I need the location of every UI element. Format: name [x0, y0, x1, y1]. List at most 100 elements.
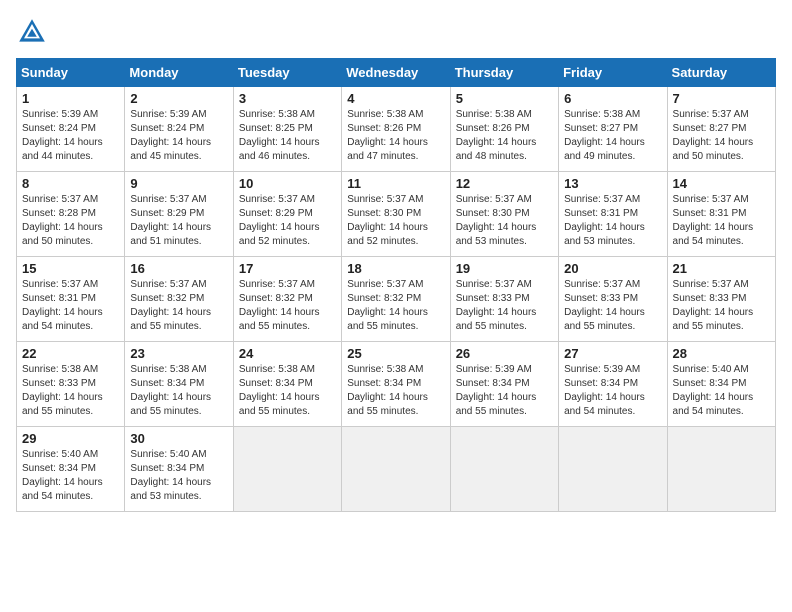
calendar-day-cell: 1 Sunrise: 5:39 AMSunset: 8:24 PMDaylight…: [17, 87, 125, 172]
day-number: 26: [456, 346, 553, 361]
day-info: Sunrise: 5:40 AMSunset: 8:34 PMDaylight:…: [673, 363, 770, 419]
calendar-day-cell: 9 Sunrise: 5:37 AMSunset: 8:29 PMDaylight…: [125, 172, 233, 257]
calendar-day-cell: 7Sunrise: 5:37 AMSunset: 8:27 PMDaylight…: [667, 87, 775, 172]
calendar-day-cell: 29 Sunrise: 5:40 AMSunset: 8:34 PMDayligh…: [17, 427, 125, 512]
calendar-day-cell: [342, 427, 450, 512]
day-number: 21: [673, 261, 770, 276]
day-number: 6: [564, 91, 661, 106]
day-info: Sunrise: 5:37 AMSunset: 8:32 PMDaylight:…: [130, 278, 227, 334]
calendar-day-cell: [450, 427, 558, 512]
day-number: 5: [456, 91, 553, 106]
calendar-day-cell: 20 Sunrise: 5:37 AMSunset: 8:33 PMDayligh…: [559, 257, 667, 342]
day-number: 14: [673, 176, 770, 191]
calendar-table: SundayMondayTuesdayWednesdayThursdayFrid…: [16, 58, 776, 512]
day-of-week-header: Monday: [125, 59, 233, 87]
day-number: 12: [456, 176, 553, 191]
day-number: 11: [347, 176, 444, 191]
day-of-week-header: Sunday: [17, 59, 125, 87]
calendar-week-row: 8Sunrise: 5:37 AMSunset: 8:28 PMDaylight…: [17, 172, 776, 257]
calendar-day-cell: [559, 427, 667, 512]
calendar-week-row: 22 Sunrise: 5:38 AMSunset: 8:33 PMDayligh…: [17, 342, 776, 427]
day-info: Sunrise: 5:37 AMSunset: 8:28 PMDaylight:…: [22, 193, 119, 249]
day-info: Sunrise: 5:37 AMSunset: 8:27 PMDaylight:…: [673, 108, 770, 164]
day-info: Sunrise: 5:37 AMSunset: 8:31 PMDaylight:…: [564, 193, 661, 249]
calendar-day-cell: 2Sunrise: 5:39 AMSunset: 8:24 PMDaylight…: [125, 87, 233, 172]
day-info: Sunrise: 5:38 AMSunset: 8:25 PMDaylight:…: [239, 108, 336, 164]
calendar-day-cell: [667, 427, 775, 512]
calendar-day-cell: 19 Sunrise: 5:37 AMSunset: 8:33 PMDayligh…: [450, 257, 558, 342]
calendar-day-cell: 25 Sunrise: 5:38 AMSunset: 8:34 PMDayligh…: [342, 342, 450, 427]
page-header: [16, 16, 776, 48]
day-info: Sunrise: 5:37 AMSunset: 8:33 PMDaylight:…: [673, 278, 770, 334]
calendar-day-cell: 12 Sunrise: 5:37 AMSunset: 8:30 PMDayligh…: [450, 172, 558, 257]
calendar-day-cell: 11 Sunrise: 5:37 AMSunset: 8:30 PMDayligh…: [342, 172, 450, 257]
day-info: Sunrise: 5:39 AMSunset: 8:24 PMDaylight:…: [22, 108, 119, 164]
day-number: 2: [130, 91, 227, 106]
calendar-day-cell: 30 Sunrise: 5:40 AMSunset: 8:34 PMDayligh…: [125, 427, 233, 512]
day-number: 4: [347, 91, 444, 106]
calendar-day-cell: [233, 427, 341, 512]
day-info: Sunrise: 5:38 AMSunset: 8:26 PMDaylight:…: [456, 108, 553, 164]
day-info: Sunrise: 5:39 AMSunset: 8:34 PMDaylight:…: [456, 363, 553, 419]
calendar-week-row: 15 Sunrise: 5:37 AMSunset: 8:31 PMDayligh…: [17, 257, 776, 342]
day-of-week-header: Friday: [559, 59, 667, 87]
calendar-day-cell: 17 Sunrise: 5:37 AMSunset: 8:32 PMDayligh…: [233, 257, 341, 342]
day-number: 16: [130, 261, 227, 276]
day-of-week-header: Tuesday: [233, 59, 341, 87]
day-number: 13: [564, 176, 661, 191]
day-info: Sunrise: 5:37 AMSunset: 8:31 PMDaylight:…: [673, 193, 770, 249]
day-number: 20: [564, 261, 661, 276]
day-info: Sunrise: 5:37 AMSunset: 8:30 PMDaylight:…: [456, 193, 553, 249]
calendar-day-cell: 3 Sunrise: 5:38 AMSunset: 8:25 PMDaylight…: [233, 87, 341, 172]
day-number: 25: [347, 346, 444, 361]
day-number: 18: [347, 261, 444, 276]
calendar-day-cell: 14 Sunrise: 5:37 AMSunset: 8:31 PMDayligh…: [667, 172, 775, 257]
day-of-week-header: Wednesday: [342, 59, 450, 87]
day-number: 22: [22, 346, 119, 361]
day-number: 3: [239, 91, 336, 106]
day-info: Sunrise: 5:38 AMSunset: 8:33 PMDaylight:…: [22, 363, 119, 419]
calendar-day-cell: 6 Sunrise: 5:38 AMSunset: 8:27 PMDaylight…: [559, 87, 667, 172]
calendar-week-row: 1 Sunrise: 5:39 AMSunset: 8:24 PMDaylight…: [17, 87, 776, 172]
calendar-day-cell: 27 Sunrise: 5:39 AMSunset: 8:34 PMDayligh…: [559, 342, 667, 427]
calendar-day-cell: 26 Sunrise: 5:39 AMSunset: 8:34 PMDayligh…: [450, 342, 558, 427]
day-info: Sunrise: 5:37 AMSunset: 8:31 PMDaylight:…: [22, 278, 119, 334]
calendar-day-cell: 23Sunrise: 5:38 AMSunset: 8:34 PMDayligh…: [125, 342, 233, 427]
day-info: Sunrise: 5:39 AMSunset: 8:34 PMDaylight:…: [564, 363, 661, 419]
day-info: Sunrise: 5:40 AMSunset: 8:34 PMDaylight:…: [130, 448, 227, 504]
day-info: Sunrise: 5:37 AMSunset: 8:32 PMDaylight:…: [239, 278, 336, 334]
day-number: 17: [239, 261, 336, 276]
calendar-week-row: 29 Sunrise: 5:40 AMSunset: 8:34 PMDayligh…: [17, 427, 776, 512]
day-info: Sunrise: 5:37 AMSunset: 8:32 PMDaylight:…: [347, 278, 444, 334]
calendar-day-cell: 13 Sunrise: 5:37 AMSunset: 8:31 PMDayligh…: [559, 172, 667, 257]
day-number: 19: [456, 261, 553, 276]
calendar-day-cell: 4Sunrise: 5:38 AMSunset: 8:26 PMDaylight…: [342, 87, 450, 172]
day-number: 27: [564, 346, 661, 361]
calendar-day-cell: 5 Sunrise: 5:38 AMSunset: 8:26 PMDaylight…: [450, 87, 558, 172]
day-number: 15: [22, 261, 119, 276]
day-info: Sunrise: 5:37 AMSunset: 8:29 PMDaylight:…: [239, 193, 336, 249]
calendar-day-cell: 24 Sunrise: 5:38 AMSunset: 8:34 PMDayligh…: [233, 342, 341, 427]
day-info: Sunrise: 5:37 AMSunset: 8:33 PMDaylight:…: [456, 278, 553, 334]
day-number: 9: [130, 176, 227, 191]
day-number: 29: [22, 431, 119, 446]
day-info: Sunrise: 5:37 AMSunset: 8:33 PMDaylight:…: [564, 278, 661, 334]
day-info: Sunrise: 5:38 AMSunset: 8:34 PMDaylight:…: [347, 363, 444, 419]
day-number: 24: [239, 346, 336, 361]
logo: [16, 16, 52, 48]
day-info: Sunrise: 5:40 AMSunset: 8:34 PMDaylight:…: [22, 448, 119, 504]
calendar-day-cell: 28 Sunrise: 5:40 AMSunset: 8:34 PMDayligh…: [667, 342, 775, 427]
day-of-week-header: Thursday: [450, 59, 558, 87]
calendar-header-row: SundayMondayTuesdayWednesdayThursdayFrid…: [17, 59, 776, 87]
day-info: Sunrise: 5:38 AMSunset: 8:27 PMDaylight:…: [564, 108, 661, 164]
day-number: 30: [130, 431, 227, 446]
day-info: Sunrise: 5:37 AMSunset: 8:30 PMDaylight:…: [347, 193, 444, 249]
day-info: Sunrise: 5:38 AMSunset: 8:34 PMDaylight:…: [130, 363, 227, 419]
day-info: Sunrise: 5:38 AMSunset: 8:34 PMDaylight:…: [239, 363, 336, 419]
day-info: Sunrise: 5:37 AMSunset: 8:29 PMDaylight:…: [130, 193, 227, 249]
calendar-day-cell: 21 Sunrise: 5:37 AMSunset: 8:33 PMDayligh…: [667, 257, 775, 342]
logo-icon: [16, 16, 48, 48]
day-number: 28: [673, 346, 770, 361]
day-number: 1: [22, 91, 119, 106]
calendar-day-cell: 18 Sunrise: 5:37 AMSunset: 8:32 PMDayligh…: [342, 257, 450, 342]
